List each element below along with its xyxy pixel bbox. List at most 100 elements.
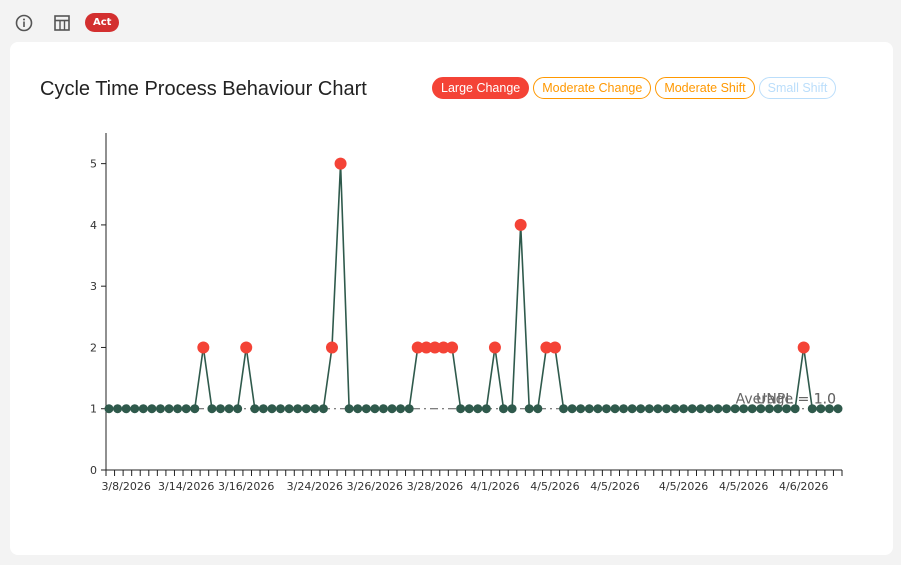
signal-point — [488, 341, 501, 354]
x-tick-label: 4/5/2026 — [530, 480, 579, 493]
x-tick-label: 4/5/2026 — [590, 480, 639, 493]
data-point — [387, 404, 397, 414]
data-point — [636, 404, 646, 414]
data-point — [207, 404, 217, 414]
signal-point — [446, 341, 459, 354]
data-point — [507, 404, 517, 414]
signal-point — [325, 341, 338, 354]
data-point — [824, 404, 834, 414]
data-point — [816, 404, 826, 414]
data-point — [679, 404, 689, 414]
data-point — [301, 404, 311, 414]
x-tick-label: 3/28/2026 — [407, 480, 463, 493]
data-point — [224, 404, 234, 414]
data-point — [610, 404, 620, 414]
data-point — [344, 404, 354, 414]
data-point — [567, 404, 577, 414]
data-point — [687, 404, 697, 414]
data-point — [276, 404, 286, 414]
data-point — [790, 404, 800, 414]
data-point — [533, 404, 543, 414]
signal-point — [197, 341, 210, 354]
process-behaviour-chart: 0 1 2 3 4 5 3/8/2026 3/14/2026 3/16/2026 3/24/202… — [90, 133, 843, 493]
data-point — [164, 404, 174, 414]
data-point — [130, 404, 140, 414]
data-point — [576, 404, 586, 414]
data-point — [215, 404, 225, 414]
y-tick-label: 2 — [90, 341, 97, 354]
y-tick-label: 1 — [90, 403, 97, 416]
data-point — [481, 404, 491, 414]
data-point — [378, 404, 388, 414]
data-point — [584, 404, 594, 414]
x-tick-label: 4/5/2026 — [659, 480, 708, 493]
data-point — [807, 404, 817, 414]
data-point — [644, 404, 654, 414]
signal-point — [334, 157, 347, 170]
data-point — [524, 404, 534, 414]
y-tick-label: 5 — [90, 158, 97, 171]
data-point — [173, 404, 183, 414]
data-point — [404, 404, 414, 414]
data-point — [747, 404, 757, 414]
data-point — [773, 404, 783, 414]
data-point — [756, 404, 766, 414]
data-point — [833, 404, 843, 414]
data-point — [593, 404, 603, 414]
data-point — [559, 404, 569, 414]
data-point — [473, 404, 483, 414]
x-tick-label: 4/1/2026 — [470, 480, 519, 493]
x-tick-label: 3/26/2026 — [347, 480, 403, 493]
data-point — [764, 404, 774, 414]
signal-point — [240, 341, 253, 354]
data-point — [696, 404, 706, 414]
x-tick-label: 4/5/2026 — [719, 480, 768, 493]
data-point — [619, 404, 629, 414]
x-tick-label: 3/8/2026 — [101, 480, 150, 493]
data-point — [104, 404, 114, 414]
data-point — [147, 404, 157, 414]
data-point — [730, 404, 740, 414]
data-point — [353, 404, 363, 414]
y-tick-label: 0 — [90, 464, 97, 477]
data-point — [782, 404, 792, 414]
data-point — [627, 404, 637, 414]
x-tick-label: 4/6/2026 — [779, 480, 828, 493]
series-line — [109, 163, 838, 410]
data-point — [181, 404, 191, 414]
y-tick-label: 3 — [90, 280, 97, 293]
data-point — [113, 404, 123, 414]
y-tick-label: 4 — [90, 219, 97, 232]
data-point — [267, 404, 277, 414]
data-point — [661, 404, 671, 414]
data-point — [456, 404, 466, 414]
data-point — [258, 404, 268, 414]
data-point — [722, 404, 732, 414]
data-point — [396, 404, 406, 414]
x-tick-label: 3/24/2026 — [287, 480, 343, 493]
data-point — [499, 404, 509, 414]
data-point — [739, 404, 749, 414]
signal-point — [797, 341, 810, 354]
data-point — [653, 404, 663, 414]
data-point — [670, 404, 680, 414]
data-point — [370, 404, 380, 414]
data-point — [155, 404, 165, 414]
data-point — [233, 404, 243, 414]
data-point — [713, 404, 723, 414]
data-point — [138, 404, 148, 414]
signal-point — [514, 218, 527, 231]
x-tick-label: 3/14/2026 — [158, 480, 214, 493]
x-tick-label: 3/16/2026 — [218, 480, 274, 493]
data-point — [250, 404, 260, 414]
data-point — [601, 404, 611, 414]
data-point — [310, 404, 320, 414]
data-point — [293, 404, 303, 414]
data-point — [318, 404, 328, 414]
data-point — [464, 404, 474, 414]
data-point — [361, 404, 371, 414]
signal-point — [548, 341, 561, 354]
data-point — [284, 404, 294, 414]
data-point — [121, 404, 131, 414]
data-point — [190, 404, 200, 414]
